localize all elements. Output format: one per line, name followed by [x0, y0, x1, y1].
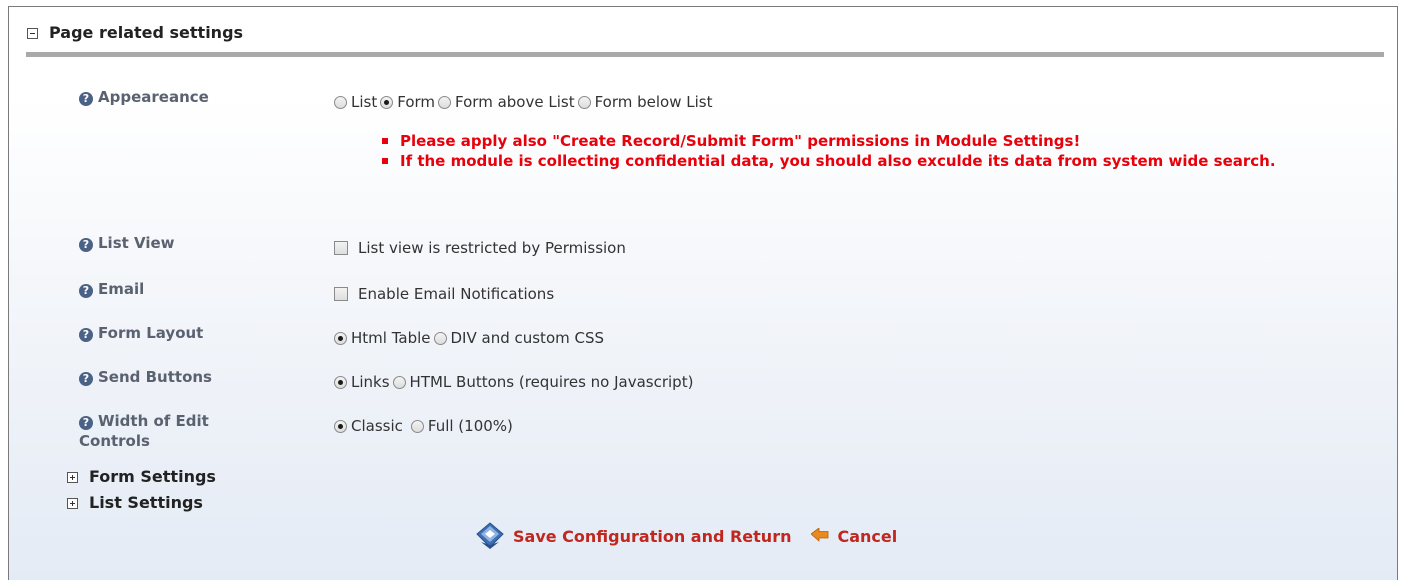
- bullet-icon: [382, 138, 388, 144]
- warning-item: If the module is collecting confidential…: [382, 151, 1322, 171]
- email-notifications-checkbox[interactable]: [334, 287, 348, 301]
- send-buttons-radio-links[interactable]: [334, 375, 347, 389]
- help-icon[interactable]: ?: [79, 416, 93, 430]
- send-buttons-options: Links HTML Buttons (requires no Javascri…: [334, 372, 696, 392]
- cancel-link[interactable]: Cancel: [837, 527, 897, 546]
- radio-label: Full (100%): [427, 417, 513, 435]
- help-icon[interactable]: ?: [79, 238, 93, 252]
- edit-width-options: Classic Full (100%): [334, 416, 516, 436]
- action-bar: Save Configuration and Return Cancel: [475, 522, 897, 550]
- send-buttons-label: ? Send Buttons: [79, 367, 259, 387]
- help-icon[interactable]: ?: [79, 92, 93, 106]
- email-control: Enable Email Notifications: [334, 284, 554, 304]
- appearance-radio-form-above-list[interactable]: [438, 95, 452, 109]
- appearance-label: ? Appeareance: [79, 87, 259, 107]
- appearance-options: List Form Form above List Form below Lis…: [334, 92, 715, 112]
- help-icon[interactable]: ?: [79, 284, 93, 298]
- appearance-radio-form[interactable]: [380, 95, 394, 109]
- back-arrow-icon[interactable]: [811, 528, 829, 544]
- radio-label: DIV and custom CSS: [450, 329, 605, 347]
- list-view-checkbox[interactable]: [334, 241, 348, 255]
- list-view-control: List view is restricted by Permission: [334, 238, 626, 258]
- expand-icon[interactable]: [67, 471, 78, 483]
- edit-width-label: ? Width of Edit Controls: [79, 412, 209, 450]
- form-layout-label: ? Form Layout: [79, 323, 259, 343]
- checkbox-label: Enable Email Notifications: [358, 285, 555, 303]
- edit-width-radio-full[interactable]: [410, 419, 424, 433]
- appearance-warnings: Please apply also "Create Record/Submit …: [382, 131, 1322, 171]
- appearance-radio-list[interactable]: [334, 95, 347, 109]
- section-header: Page related settings: [9, 7, 1397, 51]
- form-layout-radio-div-css[interactable]: [433, 331, 447, 345]
- section-title: Page related settings: [49, 23, 244, 42]
- radio-label: Html Table: [351, 329, 431, 347]
- form-layout-radio-html-table[interactable]: [334, 331, 347, 345]
- radio-label: Form below List: [594, 93, 713, 111]
- warning-item: Please apply also "Create Record/Submit …: [382, 131, 1322, 151]
- radio-label: List: [351, 93, 378, 111]
- radio-label: HTML Buttons (requires no Javascript): [409, 373, 694, 391]
- bullet-icon: [382, 158, 388, 164]
- help-icon[interactable]: ?: [79, 328, 93, 342]
- list-view-label: ? List View: [79, 233, 259, 253]
- page-settings-panel: Page related settings ? Appeareance List …: [8, 6, 1398, 580]
- save-configuration-link[interactable]: Save Configuration and Return: [513, 527, 791, 546]
- help-icon[interactable]: ?: [79, 372, 93, 386]
- radio-label: Links: [351, 373, 390, 391]
- checkbox-label: List view is restricted by Permission: [358, 239, 626, 257]
- edit-width-radio-classic[interactable]: [334, 419, 347, 433]
- radio-label: Classic: [351, 417, 403, 435]
- header-divider: [26, 52, 1384, 57]
- list-settings-section[interactable]: List Settings: [67, 493, 203, 513]
- email-label: ? Email: [79, 279, 259, 299]
- expand-icon[interactable]: [67, 497, 78, 509]
- radio-label: Form above List: [455, 93, 575, 111]
- form-settings-section[interactable]: Form Settings: [67, 467, 216, 487]
- save-diskette-icon[interactable]: [475, 522, 505, 550]
- appearance-radio-form-below-list[interactable]: [577, 95, 591, 109]
- radio-label: Form: [397, 93, 436, 111]
- form-layout-options: Html Table DIV and custom CSS: [334, 328, 607, 348]
- collapse-icon[interactable]: [27, 28, 38, 39]
- send-buttons-radio-html-buttons[interactable]: [392, 375, 406, 389]
